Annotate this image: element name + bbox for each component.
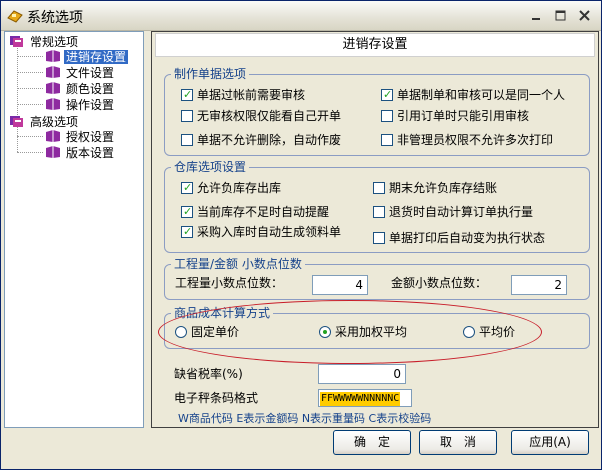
book-icon [46,82,60,94]
checkbox-return-calc[interactable]: 退货时自动计算订单执行量 [373,204,533,220]
title-bar[interactable]: 系统选项 [1,1,601,31]
checkbox-audited-orders[interactable]: 引用订单时只能引用审核 [381,108,529,124]
checkbox-box[interactable] [373,232,385,244]
cancel-button[interactable]: 取 消 [419,430,497,455]
tree-connector [17,136,43,137]
tree-item-license-settings[interactable]: 授权设置 [45,129,116,145]
tree-item-inventory-settings[interactable]: 进销存设置 [45,49,129,65]
window-title: 系统选项 [27,10,83,26]
barcode-legend: W商品代码 E表示金额码 N表示重量码 C表示校验码 [178,412,432,425]
options-window: 系统选项 常规选项 进销存设置 文件设置 颜色设置 操作设置 高级选项 授权设置… [0,0,602,470]
amount-decimal-label: 金额小数点位数： [391,276,488,290]
tree-connector [17,152,43,153]
barcode-format-input[interactable]: FFWWWWWNNNNNC [318,389,412,407]
panel-title: 进销存设置 [155,33,595,57]
tree-connector [17,72,43,73]
checkbox-box[interactable] [181,87,193,103]
group-warehouse-options: 仓库选项设置 允许负库存出库 期末允许负库存结账 当前库存不足时自动提醒 退货时… [164,159,590,253]
checkbox-box[interactable] [181,110,193,122]
apply-button[interactable]: 应用(A) [511,430,589,455]
tree-item-color-settings[interactable]: 颜色设置 [45,81,116,97]
checkbox-box[interactable] [181,180,193,196]
group-document-options: 制作单据选项 单据过帐前需要审核 单据制单和审核可以是同一个人 无审核权限仅能看… [164,66,590,156]
tax-rate-input[interactable]: 0 [318,364,406,384]
tree-connector [17,104,43,105]
tree-connector [17,56,43,57]
close-button[interactable] [574,6,595,26]
checkbox-box[interactable] [181,134,193,146]
tree-connector [17,88,43,89]
group-title: 工程量/金额 小数点位数 [171,256,305,272]
tree-item-operation-settings[interactable]: 操作设置 [45,97,116,113]
checkbox-box[interactable] [381,134,393,146]
group-decimal-places: 工程量/金额 小数点位数 工程量小数点位数： 4 金额小数点位数： 2 [164,256,590,300]
checkbox-negative-stock-close[interactable]: 期末允许负库存结账 [373,180,497,196]
qty-decimal-input[interactable]: 4 [312,275,368,295]
maximize-icon [555,10,566,21]
tree-item-general[interactable]: 常规选项 [9,34,80,50]
book-icon [46,146,60,158]
ok-button[interactable]: 确 定 [333,430,411,455]
checkbox-box[interactable] [381,87,393,103]
checkbox-box[interactable] [181,204,193,220]
app-icon [7,10,23,23]
amount-decimal-input[interactable]: 2 [511,275,567,295]
checkbox-print-execute[interactable]: 单据打印后自动变为执行状态 [373,230,545,246]
settings-panel: 进销存设置 制作单据选项 单据过帐前需要审核 单据制单和审核可以是同一个人 无审… [151,31,599,428]
folder-books-icon [10,116,23,127]
minimize-button[interactable] [526,6,547,26]
tree-item-version-settings[interactable]: 版本设置 [45,145,116,161]
checkbox-box[interactable] [373,182,385,194]
checkbox-no-delete[interactable]: 单据不允许删除，自动作废 [181,132,341,148]
close-icon [579,10,590,21]
book-icon [46,50,60,62]
checkbox-auto-requisition[interactable]: 采购入库时自动生成领料单 [181,224,341,240]
qty-decimal-label: 工程量小数点位数： [175,276,284,290]
highlight-ellipse [158,300,542,364]
book-icon [46,130,60,142]
folder-books-icon [10,36,23,47]
checkbox-low-stock-alert[interactable]: 当前库存不足时自动提醒 [181,204,329,220]
checkbox-box[interactable] [181,224,193,240]
barcode-format-value: FFWWWWWNNNNNC [320,392,401,406]
minimize-icon [532,18,540,20]
checkbox-same-person[interactable]: 单据制单和审核可以是同一个人 [381,87,565,103]
checkbox-box[interactable] [373,206,385,218]
checkbox-box[interactable] [381,110,393,122]
tree-item-file-settings[interactable]: 文件设置 [45,65,116,81]
checkbox-print-once[interactable]: 非管理员权限不允许多次打印 [381,132,553,148]
book-icon [46,66,60,78]
settings-tree[interactable]: 常规选项 进销存设置 文件设置 颜色设置 操作设置 高级选项 授权设置 版本设置 [4,31,144,428]
checkbox-own-documents[interactable]: 无审核权限仅能看自己开单 [181,108,341,124]
maximize-button[interactable] [550,6,571,26]
book-icon [46,98,60,110]
checkbox-require-audit[interactable]: 单据过帐前需要审核 [181,87,305,103]
tree-item-advanced[interactable]: 高级选项 [9,114,80,130]
tax-rate-label: 缺省税率(%) [174,367,243,381]
group-title: 仓库选项设置 [171,159,250,175]
checkbox-negative-stock-out[interactable]: 允许负库存出库 [181,180,281,196]
barcode-format-label: 电子秤条码格式 [174,391,259,405]
group-title: 制作单据选项 [171,66,250,82]
